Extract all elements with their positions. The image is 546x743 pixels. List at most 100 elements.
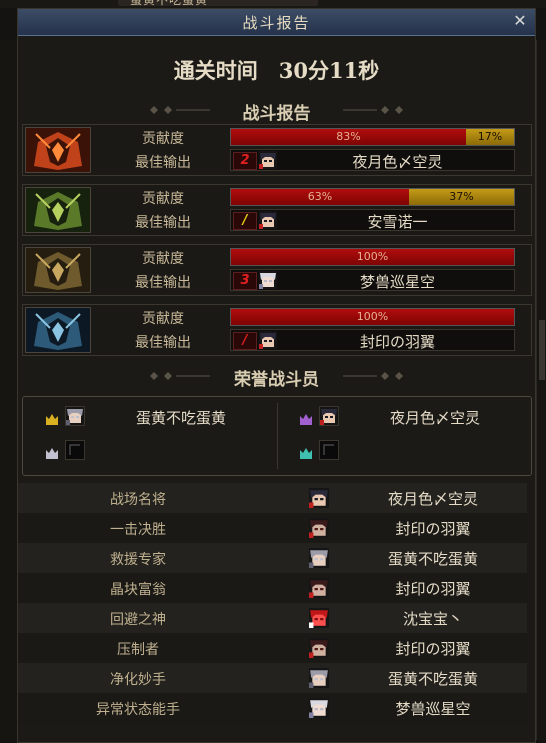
award-title: 压制者 bbox=[117, 642, 159, 658]
contribution-bar: 63% 37% bbox=[230, 188, 515, 206]
award-player-name: 封印の羽翼 bbox=[395, 640, 471, 658]
player-avatar-icon bbox=[259, 151, 277, 169]
boss-portrait-icon bbox=[25, 247, 91, 293]
empty-slot-icon bbox=[319, 440, 339, 460]
contribution-label: 贡献度 bbox=[142, 251, 184, 267]
award-title: 救援专家 bbox=[110, 552, 166, 568]
contribution-label: 贡献度 bbox=[142, 311, 184, 327]
award-row: 回避之神 沈宝宝丶 bbox=[18, 603, 527, 633]
award-row: 压制者 封印の羽翼 bbox=[18, 633, 527, 663]
honor-slot bbox=[45, 439, 275, 463]
best-output-player-name: 封印の羽翼 bbox=[359, 333, 435, 351]
best-output-player-name: 梦兽巡星空 bbox=[359, 273, 435, 291]
award-player-name: 封印の羽翼 bbox=[395, 520, 471, 538]
boss-portrait-icon bbox=[25, 187, 91, 233]
best-output-player-name: 安雪诺一 bbox=[367, 213, 428, 231]
ornament-left-icon bbox=[150, 106, 210, 114]
award-title: 晶块富翁 bbox=[110, 582, 166, 598]
award-title: 一击决胜 bbox=[110, 522, 166, 538]
best-output-label: 最佳输出 bbox=[135, 215, 191, 231]
player-avatar-icon bbox=[259, 331, 277, 349]
title-bar[interactable]: 战斗报告 ✕ bbox=[18, 9, 535, 36]
section-title-honor: 荣誉战斗员 bbox=[234, 370, 319, 390]
contribution-gold-percent: 37% bbox=[449, 190, 474, 203]
award-row: 救援专家 蛋黄不吃蛋黄 bbox=[18, 543, 527, 573]
award-avatar-icon bbox=[309, 608, 329, 628]
awards-list: 战场名将 夜月色〆空灵 一击决胜 封印の羽翼 救援专家 蛋黄不吃蛋黄 晶块富翁 bbox=[18, 483, 535, 723]
award-avatar-icon bbox=[309, 668, 329, 688]
award-title: 净化妙手 bbox=[110, 672, 166, 688]
award-row: 净化妙手 蛋黄不吃蛋黄 bbox=[18, 663, 527, 693]
contribution-bar: 83% 17% bbox=[230, 128, 515, 146]
player-avatar-icon bbox=[259, 211, 277, 229]
best-output-label: 最佳输出 bbox=[135, 155, 191, 171]
rank-badge: 2 bbox=[233, 152, 257, 170]
boss-portrait-icon bbox=[25, 307, 91, 353]
section-title-report: 战斗报告 bbox=[242, 104, 311, 124]
contribution-bar: 100% bbox=[230, 308, 515, 326]
award-player-name: 梦兽巡星空 bbox=[395, 700, 471, 718]
award-player-name: 沈宝宝丶 bbox=[402, 610, 463, 628]
boss-portrait-icon bbox=[25, 127, 91, 173]
honor-slot: 蛋黄不吃蛋黄 bbox=[45, 405, 275, 429]
ornament-left-icon bbox=[150, 372, 210, 380]
award-avatar-icon bbox=[309, 638, 329, 658]
gold-crown-icon bbox=[45, 410, 59, 425]
award-avatar-icon bbox=[309, 488, 329, 508]
purple-crown-icon bbox=[299, 410, 313, 425]
top-strip: 蛋黄不吃蛋黄 bbox=[0, 0, 546, 8]
award-title: 异常状态能手 bbox=[96, 702, 180, 718]
rank-badge: / bbox=[233, 332, 257, 350]
best-output-panel: / 安雪诺一 bbox=[230, 209, 515, 231]
best-output-label: 最佳输出 bbox=[135, 335, 191, 351]
award-avatar-icon bbox=[309, 518, 329, 538]
boss-row: 贡献度 最佳输出 83% 17% 2 夜月色〆空灵 bbox=[22, 124, 532, 176]
honor-player-name: 蛋黄不吃蛋黄 bbox=[135, 409, 226, 427]
contribution-gold-percent: 17% bbox=[477, 130, 503, 143]
best-output-panel: / 封印の羽翼 bbox=[230, 329, 515, 351]
window-title: 战斗报告 bbox=[242, 14, 311, 32]
honor-slot: 夜月色〆空灵 bbox=[299, 405, 529, 429]
award-player-name: 夜月色〆空灵 bbox=[387, 490, 478, 508]
ornament-right-icon bbox=[343, 106, 403, 114]
honor-slot bbox=[299, 439, 529, 463]
empty-slot-icon bbox=[65, 440, 85, 460]
honor-avatar-icon bbox=[65, 406, 85, 426]
section-header-honor: 荣誉战斗员 bbox=[18, 365, 535, 390]
silver-crown-icon bbox=[45, 444, 59, 459]
award-title: 回避之神 bbox=[110, 612, 166, 628]
rank-badge: / bbox=[233, 212, 257, 230]
award-avatar-icon bbox=[309, 578, 329, 598]
scrollbar[interactable] bbox=[539, 320, 545, 380]
rank-badge: 3 bbox=[233, 272, 257, 290]
award-player-name: 封印の羽翼 bbox=[395, 580, 471, 598]
award-row: 战场名将 夜月色〆空灵 bbox=[18, 483, 527, 513]
award-player-name: 蛋黄不吃蛋黄 bbox=[387, 550, 478, 568]
boss-row: 贡献度 最佳输出 63% 37% / 安雪诺一 bbox=[22, 184, 532, 236]
close-button[interactable]: ✕ bbox=[511, 11, 529, 31]
section-header-report: 战斗报告 bbox=[18, 99, 535, 124]
contribution-red-percent: 83% bbox=[336, 130, 361, 143]
best-output-panel: 2 夜月色〆空灵 bbox=[230, 149, 515, 171]
award-avatar-icon bbox=[309, 548, 329, 568]
best-output-label: 最佳输出 bbox=[135, 275, 191, 291]
award-title: 战场名将 bbox=[110, 492, 166, 508]
best-output-panel: 3 梦兽巡星空 bbox=[230, 269, 515, 291]
battle-report-window: 战斗报告 ✕ 通关时间 30分11秒 战斗报告 贡献度 最佳输出 83% 17%… bbox=[17, 8, 536, 743]
boss-row: 贡献度 最佳输出 100% 3 梦兽巡星空 bbox=[22, 244, 532, 296]
right-edge-panel bbox=[536, 40, 546, 740]
top-nameplate-text: 蛋黄不吃蛋黄 bbox=[130, 0, 209, 7]
teal-crown-icon bbox=[299, 444, 313, 459]
honor-divider bbox=[277, 403, 278, 469]
award-player-name: 蛋黄不吃蛋黄 bbox=[387, 670, 478, 688]
contribution-red-percent: 100% bbox=[356, 250, 389, 263]
honor-avatar-icon bbox=[319, 406, 339, 426]
contribution-red-percent: 63% bbox=[307, 190, 333, 203]
best-output-player-name: 夜月色〆空灵 bbox=[352, 153, 443, 171]
honor-player-name: 夜月色〆空灵 bbox=[389, 409, 480, 427]
award-avatar-icon bbox=[309, 698, 329, 718]
ornament-right-icon bbox=[343, 372, 403, 380]
player-avatar-icon bbox=[259, 271, 277, 289]
award-row: 一击决胜 封印の羽翼 bbox=[18, 513, 527, 543]
contribution-red-percent: 100% bbox=[356, 310, 389, 323]
